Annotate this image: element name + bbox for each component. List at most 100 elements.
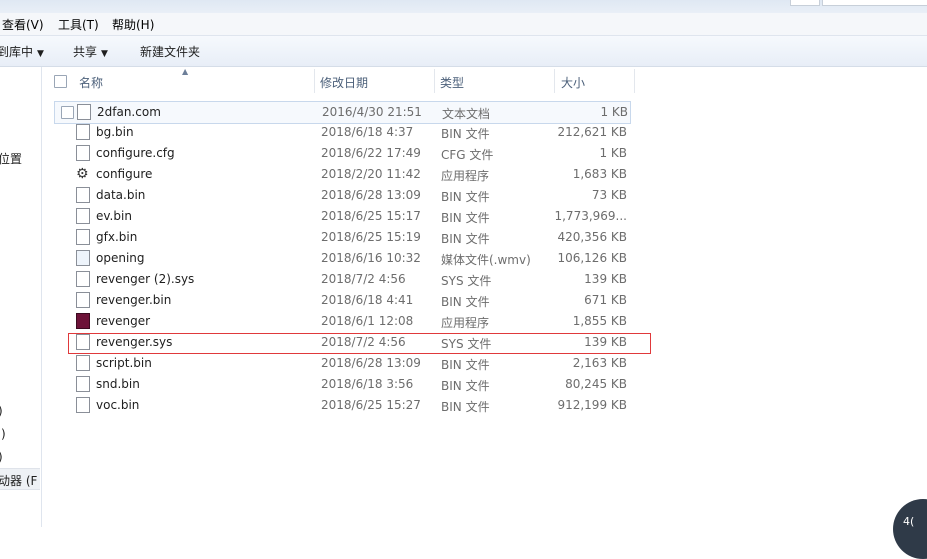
file-name: 2dfan.com (97, 105, 161, 119)
media-file-icon (76, 250, 90, 266)
file-row[interactable]: ⚙ configure 2018/2/20 11:42 应用程序 1,683 K… (54, 164, 630, 185)
file-row[interactable]: voc.bin 2018/6/25 15:27 BIN 文件 912,199 K… (54, 395, 630, 416)
file-name: script.bin (96, 356, 152, 370)
file-name: revenger (96, 314, 151, 328)
file-icon (76, 355, 90, 371)
file-name: ev.bin (96, 209, 132, 223)
file-row[interactable]: revenger (2).sys 2018/7/2 4:56 SYS 文件 13… (54, 269, 630, 290)
column-header-date[interactable]: 修改日期 (320, 74, 368, 91)
file-icon (76, 292, 90, 308)
chevron-down-icon: ▼ (37, 49, 44, 59)
menu-tools[interactable]: 工具(T) (58, 16, 99, 33)
gear-app-icon: ⚙ (76, 166, 89, 182)
nav-item-drive-3[interactable]: ) (0, 450, 3, 464)
file-name: gfx.bin (96, 230, 138, 244)
file-row[interactable]: revenger.bin 2018/6/18 4:41 BIN 文件 671 K… (54, 290, 630, 311)
file-date: 2018/6/25 15:17 (321, 209, 421, 223)
menu-view[interactable]: 查看(V) (2, 16, 44, 33)
column-divider[interactable] (314, 69, 315, 93)
nav-item-drive-1[interactable]: ) (0, 404, 3, 418)
floating-widget[interactable]: 4( (893, 499, 927, 559)
annotation-highlight-box (68, 333, 651, 354)
file-row[interactable]: bg.bin 2018/6/18 4:37 BIN 文件 212,621 KB (54, 122, 630, 143)
file-name: configure (96, 167, 153, 181)
file-date: 2018/6/18 3:56 (321, 377, 414, 391)
file-icon (76, 397, 90, 413)
column-divider[interactable] (634, 69, 635, 93)
file-date: 2016/4/30 21:51 (322, 105, 422, 119)
file-icon (76, 145, 90, 161)
file-name: voc.bin (96, 398, 140, 412)
share-label: 共享 (73, 45, 98, 59)
file-date: 2018/6/28 13:09 (321, 188, 421, 202)
sort-ascending-icon: ▲ (182, 67, 189, 76)
column-header-size[interactable]: 大小 (561, 74, 585, 91)
file-date: 2018/6/18 4:41 (321, 293, 414, 307)
search-box[interactable] (822, 0, 927, 6)
file-type: 应用程序 (441, 169, 490, 183)
file-type: BIN 文件 (441, 400, 490, 414)
file-name: data.bin (96, 188, 146, 202)
file-row[interactable]: script.bin 2018/6/28 13:09 BIN 文件 2,163 … (54, 353, 630, 374)
file-size: 1 KB (599, 146, 627, 160)
column-header-name[interactable]: 名称 (79, 74, 103, 91)
file-row[interactable]: revenger 2018/6/1 12:08 应用程序 1,855 KB (54, 311, 630, 332)
file-row[interactable]: configure.cfg 2018/6/22 17:49 CFG 文件 1 K… (54, 143, 630, 164)
menu-bar: 查看(V) 工具(T) 帮助(H) (0, 13, 927, 36)
text-file-icon (77, 104, 91, 120)
share-button[interactable]: 共享 ▼ (73, 43, 108, 60)
file-type: SYS 文件 (441, 274, 492, 288)
file-row[interactable]: ev.bin 2018/6/25 15:17 BIN 文件 1,773,969.… (54, 206, 630, 227)
column-divider[interactable] (434, 69, 435, 93)
file-name: snd.bin (96, 377, 140, 391)
file-date: 2018/7/2 4:56 (321, 272, 406, 286)
file-type: 文本文档 (442, 107, 491, 121)
file-row[interactable]: 2dfan.com 2016/4/30 21:51 文本文档 1 KB (54, 101, 631, 124)
file-name: opening (96, 251, 145, 265)
file-type: BIN 文件 (441, 379, 490, 393)
file-date: 2018/6/18 4:37 (321, 125, 414, 139)
file-size: 1,855 KB (572, 314, 627, 328)
file-row[interactable]: opening 2018/6/16 10:32 媒体文件(.wmv) 106,1… (54, 248, 630, 269)
file-type: BIN 文件 (441, 127, 490, 141)
nav-item-drive-4[interactable]: 动器 (F (0, 472, 37, 489)
nav-item-drive-2[interactable]: :) (0, 427, 6, 441)
file-size: 106,126 KB (557, 251, 627, 265)
row-checkbox[interactable] (61, 106, 74, 122)
file-name: configure.cfg (96, 146, 175, 160)
select-all-checkbox[interactable] (54, 75, 67, 91)
new-folder-button[interactable]: 新建文件夹 (140, 43, 200, 60)
nav-item-recent-places[interactable]: 位置 (0, 150, 22, 167)
include-in-library-label: 到库中 (0, 45, 34, 59)
file-date: 2018/6/16 10:32 (321, 251, 421, 265)
file-size: 139 KB (584, 272, 627, 286)
floating-widget-text: 4( (903, 515, 915, 528)
column-header-type[interactable]: 类型 (440, 74, 464, 91)
revenger-app-icon (76, 313, 90, 329)
sys-file-icon (76, 271, 90, 287)
file-date: 2018/6/22 17:49 (321, 146, 421, 160)
file-size: 912,199 KB (557, 398, 627, 412)
file-size: 2,163 KB (572, 356, 627, 370)
file-type: BIN 文件 (441, 358, 490, 372)
file-size: 1,683 KB (572, 167, 627, 181)
file-type: BIN 文件 (441, 211, 490, 225)
file-type: 媒体文件(.wmv) (441, 253, 531, 267)
include-in-library-button[interactable]: 到库中 ▼ (0, 43, 44, 60)
file-date: 2018/6/25 15:27 (321, 398, 421, 412)
file-name: revenger (2).sys (96, 272, 195, 286)
file-size: 80,245 KB (565, 377, 627, 391)
command-toolbar: 到库中 ▼ 共享 ▼ 新建文件夹 (0, 36, 927, 67)
file-type: CFG 文件 (441, 148, 494, 162)
chevron-down-icon: ▼ (101, 49, 108, 59)
column-divider[interactable] (554, 69, 555, 93)
file-size: 1,773,969... (554, 209, 627, 223)
file-row[interactable]: snd.bin 2018/6/18 3:56 BIN 文件 80,245 KB (54, 374, 630, 395)
file-date: 2018/2/20 11:42 (321, 167, 421, 181)
menu-help[interactable]: 帮助(H) (112, 16, 154, 33)
file-date: 2018/6/1 12:08 (321, 314, 414, 328)
file-row[interactable]: data.bin 2018/6/28 13:09 BIN 文件 73 KB (54, 185, 630, 206)
file-row[interactable]: gfx.bin 2018/6/25 15:19 BIN 文件 420,356 K… (54, 227, 630, 248)
address-bar-button[interactable] (790, 0, 820, 6)
file-icon (76, 229, 90, 245)
